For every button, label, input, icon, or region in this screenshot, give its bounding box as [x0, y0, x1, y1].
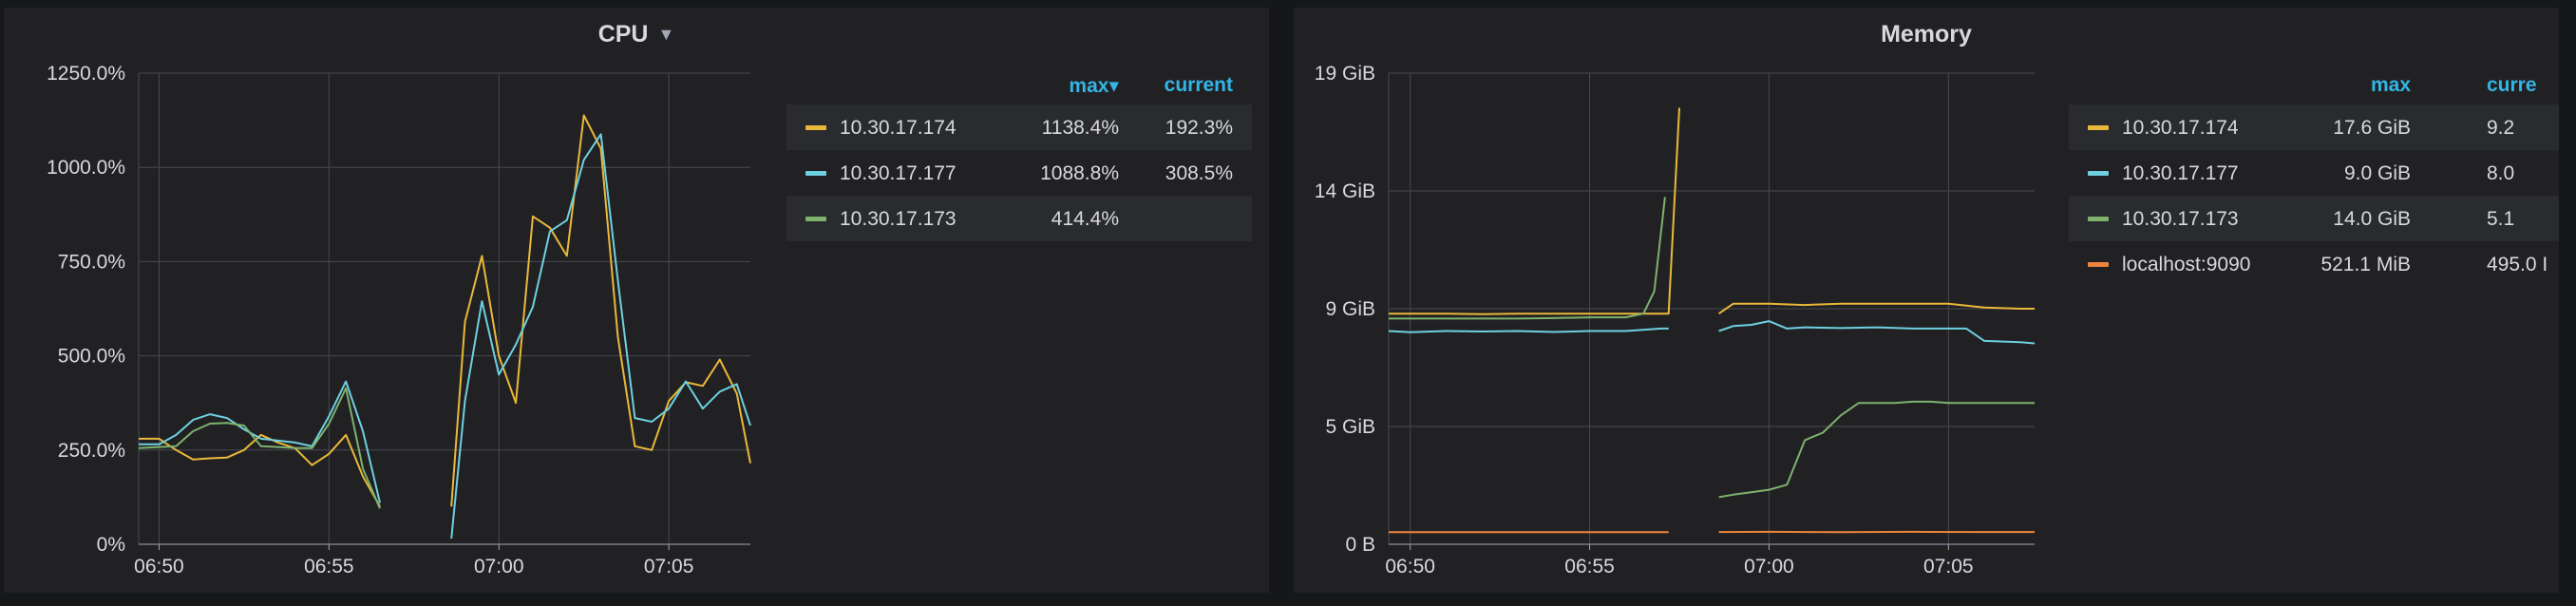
series-swatch — [2088, 171, 2109, 176]
y-tick-label: 0% — [97, 534, 125, 556]
legend-col-max[interactable]: max▾ — [1069, 74, 1119, 98]
y-tick-label: 0 B — [1345, 534, 1375, 556]
series-name: 10.30.17.177 — [2122, 162, 2239, 184]
cpu-chart: 0% 250.0% 500.0% 750.0% 1000.0% 1250.0% 06:50 0… — [47, 63, 751, 578]
x-tick-label: 07:05 — [644, 556, 694, 578]
y-tick-label: 14 GiB — [1315, 180, 1375, 202]
y-tick-label: 750.0% — [58, 251, 125, 273]
legend-header: max▾ current — [786, 66, 1252, 104]
legend-item[interactable]: 10.30.17.174 1138.4% 192.3% — [786, 104, 1252, 150]
x-tick-label: 06:50 — [134, 556, 184, 578]
series-max: 14.0 GiB — [2333, 208, 2411, 230]
series-name: 10.30.17.177 — [840, 162, 957, 184]
series-line-10.30.17.174-seg1[interactable] — [450, 114, 751, 507]
legend-col-current[interactable]: current — [1165, 74, 1233, 97]
series-line-10.30.17.177-seg0[interactable] — [1388, 327, 1669, 333]
series-current: 495.0 I — [2487, 254, 2548, 275]
series-line-10.30.17.177-seg1[interactable] — [1718, 320, 2036, 345]
y-tick-label: 9 GiB — [1325, 298, 1375, 320]
sort-desc-icon: ▾ — [1108, 75, 1119, 97]
series-swatch — [2088, 125, 2109, 130]
series-max: 414.4% — [1051, 208, 1119, 230]
legend-item[interactable]: 10.30.17.177 1088.8% 308.5% — [786, 150, 1252, 196]
legend-item[interactable]: 10.30.17.173 414.4% — [786, 196, 1252, 241]
legend-header: max curre — [2069, 66, 2559, 104]
y-tick-label: 19 GiB — [1315, 63, 1375, 85]
memory-chart: 0 B 5 GiB 9 GiB 14 GiB 19 GiB 06:50 06:55 07:00… — [1315, 63, 2036, 578]
series-swatch — [805, 217, 826, 221]
series-current: 5.1 — [2487, 208, 2515, 230]
series-line-10.30.17.177-seg0[interactable] — [139, 380, 381, 503]
legend-item[interactable]: 10.30.17.173 14.0 GiB 5.1 — [2069, 196, 2559, 241]
y-tick-label: 500.0% — [58, 346, 125, 368]
series-max: 521.1 MiB — [2320, 254, 2411, 275]
y-tick-label: 250.0% — [58, 440, 125, 462]
series-name: 10.30.17.174 — [840, 117, 957, 139]
legend-col-max[interactable]: max — [2371, 74, 2411, 97]
series-max: 9.0 GiB — [2343, 162, 2411, 184]
series-swatch — [2088, 217, 2109, 221]
x-tick-label: 07:05 — [1923, 556, 1974, 578]
y-tick-label: 1250.0% — [47, 63, 125, 85]
series-current: 9.2 — [2487, 117, 2515, 139]
series-name: 10.30.17.173 — [2122, 208, 2239, 230]
x-tick-label: 06:55 — [304, 556, 354, 578]
series-max: 1138.4% — [1041, 117, 1119, 139]
series-swatch — [2088, 262, 2109, 267]
series-line-10.30.17.174-seg0[interactable] — [1389, 107, 1680, 315]
cpu-panel: CPU ▼ 0% 250.0% 500.0% 750.0% 1000.0% 1250.0% 0… — [4, 8, 1269, 593]
series-swatch — [805, 125, 826, 130]
series-name: 10.30.17.173 — [840, 208, 957, 230]
series-current: 8.0 — [2487, 162, 2515, 184]
series-current: 308.5% — [1165, 162, 1233, 184]
series-max: 17.6 GiB — [2333, 117, 2411, 139]
legend-item[interactable]: 10.30.17.177 9.0 GiB 8.0 — [2069, 150, 2559, 196]
series-current: 192.3% — [1165, 117, 1233, 139]
memory-legend: max curre 10.30.17.174 17.6 GiB 9.2 10.3… — [2069, 66, 2559, 287]
y-tick-label: 1000.0% — [47, 157, 125, 179]
series-line-10.30.17.173-seg0[interactable] — [1389, 197, 1666, 320]
series-name: 10.30.17.174 — [2122, 117, 2239, 139]
x-tick-label: 06:55 — [1564, 556, 1615, 578]
memory-panel: Memory 0 B5 GiB 9 GiB 14 GiB 19 GiB 06:50 06:… — [1294, 8, 2559, 593]
x-tick-label: 07:00 — [474, 556, 524, 578]
series-swatch — [805, 171, 826, 176]
legend-item[interactable]: localhost:9090 521.1 MiB 495.0 I — [2069, 241, 2559, 287]
series-line-10.30.17.173-seg1[interactable] — [1718, 400, 2035, 499]
x-tick-label: 06:50 — [1385, 556, 1435, 578]
series-max: 1088.8% — [1040, 162, 1119, 184]
y-tick-label: 5 GiB — [1325, 416, 1375, 438]
x-tick-label: 07:00 — [1744, 556, 1794, 578]
series-name: localhost:9090 — [2122, 254, 2251, 275]
legend-col-current[interactable]: curre — [2487, 74, 2537, 97]
legend-item[interactable]: 10.30.17.174 17.6 GiB 9.2 — [2069, 104, 2559, 150]
cpu-legend: max▾ current 10.30.17.174 1138.4% 192.3%… — [786, 66, 1252, 241]
